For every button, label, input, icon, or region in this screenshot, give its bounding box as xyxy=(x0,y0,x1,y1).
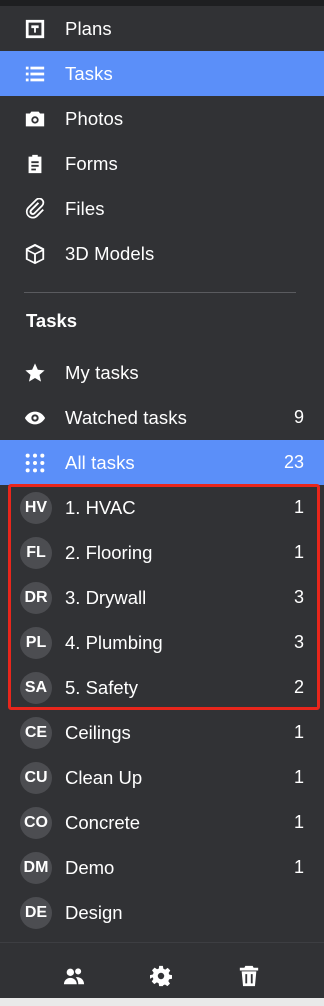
group-item-clean-up[interactable]: CU Clean Up 1 xyxy=(0,755,324,800)
task-group-list: HV 1. HVAC 1 FL 2. Flooring 1 DR 3. Dryw… xyxy=(0,485,324,935)
group-label: Concrete xyxy=(65,811,141,833)
gear-icon[interactable] xyxy=(148,963,174,989)
group-label: 4. Plumbing xyxy=(65,631,163,653)
nav-label: Forms xyxy=(65,152,118,174)
list-icon xyxy=(24,63,46,85)
filter-my-tasks[interactable]: My tasks xyxy=(0,350,324,395)
filter-label: My tasks xyxy=(65,361,139,383)
camera-icon xyxy=(24,108,46,130)
group-count: 1 xyxy=(293,722,304,742)
group-item-plumbing[interactable]: PL 4. Plumbing 3 xyxy=(0,620,324,665)
group-avatar: HV xyxy=(20,491,52,524)
group-avatar: DR xyxy=(20,581,52,614)
group-label: 5. Safety xyxy=(65,676,139,698)
group-label: Clean Up xyxy=(65,766,143,788)
star-icon xyxy=(24,362,46,384)
group-avatar: DE xyxy=(20,896,52,929)
group-avatar: DM xyxy=(20,851,52,884)
group-count: 3 xyxy=(293,632,304,652)
group-item-safety[interactable]: SA 5. Safety 2 xyxy=(0,665,324,710)
nav-item-photos[interactable]: Photos xyxy=(0,96,324,141)
group-item-hvac[interactable]: HV 1. HVAC 1 xyxy=(0,485,324,530)
eye-icon xyxy=(24,407,46,429)
group-avatar: CO xyxy=(20,806,52,839)
group-avatar: CU xyxy=(20,761,52,794)
group-label: Demo xyxy=(65,856,115,878)
nav-label: Files xyxy=(65,197,105,219)
group-avatar: CE xyxy=(20,716,52,749)
group-avatar: FL xyxy=(20,536,52,569)
clipboard-icon xyxy=(24,153,46,175)
group-item-demo[interactable]: DM Demo 1 xyxy=(0,845,324,890)
filter-label: All tasks xyxy=(65,451,135,473)
nav-item-tasks[interactable]: Tasks xyxy=(0,51,324,96)
nav-item-files[interactable]: Files xyxy=(0,186,324,231)
trash-icon[interactable] xyxy=(236,963,262,989)
nav-label: Photos xyxy=(65,107,124,129)
filter-watched-tasks[interactable]: Watched tasks 9 xyxy=(0,395,324,440)
nav-item-plans[interactable]: Plans xyxy=(0,6,324,51)
sidebar-footer xyxy=(0,942,324,1006)
group-avatar: PL xyxy=(20,626,52,659)
section-title: Tasks xyxy=(26,310,78,331)
page-bottom-edge xyxy=(0,998,324,1006)
nav-label: Plans xyxy=(65,17,112,39)
group-count: 1 xyxy=(293,767,304,787)
group-count: 1 xyxy=(293,497,304,517)
group-count: 3 xyxy=(293,587,304,607)
nav-label: Tasks xyxy=(65,62,113,84)
group-item-design[interactable]: DE Design xyxy=(0,890,324,935)
group-label: Ceilings xyxy=(65,721,131,743)
people-icon[interactable] xyxy=(61,963,87,989)
filter-all-tasks[interactable]: All tasks 23 xyxy=(0,440,324,485)
filter-count: 9 xyxy=(293,407,304,427)
paperclip-icon xyxy=(24,197,46,220)
grid-dots-icon xyxy=(24,452,46,474)
floor-plan-icon xyxy=(24,18,46,40)
group-item-ceilings[interactable]: CE Ceilings 1 xyxy=(0,710,324,755)
divider xyxy=(24,292,296,293)
group-count: 1 xyxy=(293,542,304,562)
group-label: 3. Drywall xyxy=(65,586,147,608)
cube-icon xyxy=(24,243,46,265)
group-item-flooring[interactable]: FL 2. Flooring 1 xyxy=(0,530,324,575)
filter-count: 23 xyxy=(283,452,304,472)
group-count: 2 xyxy=(293,677,304,697)
nav-item-3d-models[interactable]: 3D Models xyxy=(0,231,324,276)
group-item-drywall[interactable]: DR 3. Drywall 3 xyxy=(0,575,324,620)
group-label: 1. HVAC xyxy=(65,496,136,518)
group-item-concrete[interactable]: CO Concrete 1 xyxy=(0,800,324,845)
group-count: 1 xyxy=(293,857,304,877)
filter-label: Watched tasks xyxy=(65,406,187,428)
task-filters: My tasks Watched tasks 9 All tasks 23 xyxy=(0,350,324,485)
group-avatar: SA xyxy=(20,671,52,704)
group-label: 2. Flooring xyxy=(65,541,153,563)
group-count: 1 xyxy=(293,812,304,832)
main-nav: Plans Tasks Photos Forms Files 3D Models xyxy=(0,6,324,276)
nav-label: 3D Models xyxy=(65,242,155,264)
group-label: Design xyxy=(65,901,123,923)
nav-item-forms[interactable]: Forms xyxy=(0,141,324,186)
